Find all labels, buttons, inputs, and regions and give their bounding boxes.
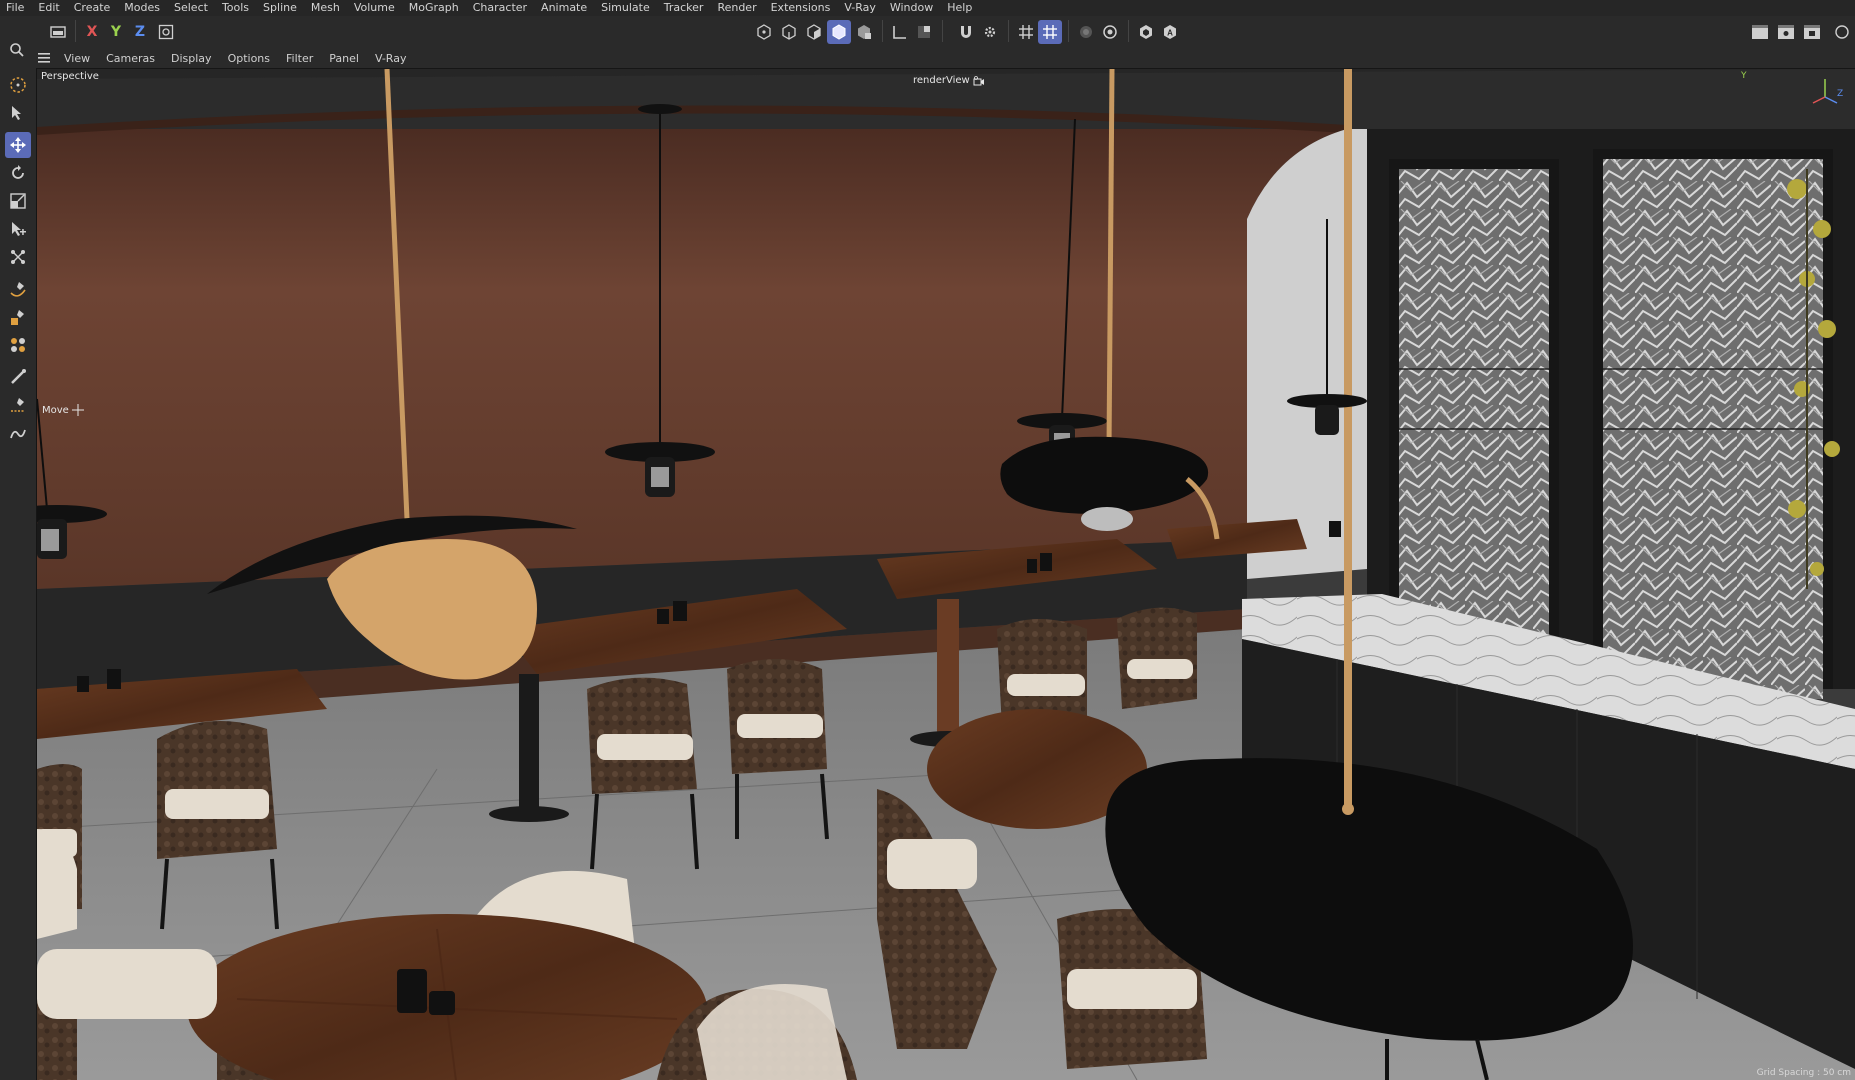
viewmenu-cameras[interactable]: Cameras [98, 50, 163, 68]
menu-character[interactable]: Character [466, 0, 534, 16]
menu-vray[interactable]: V-Ray [837, 0, 883, 16]
viewport-menu: View Cameras Display Options Filter Pane… [38, 50, 414, 68]
svg-text:A: A [1167, 29, 1173, 38]
menu-simulate[interactable]: Simulate [594, 0, 657, 16]
viewmenu-vray[interactable]: V-Ray [367, 50, 415, 68]
active-tool-label: Move [42, 405, 69, 416]
rotate-tool-icon[interactable] [5, 160, 31, 186]
viewport-perspective-label[interactable]: Perspective [41, 71, 99, 82]
3d-viewport[interactable]: Perspective renderView Move Y Z ✋ ⇕ ⇣ ↻ … [37, 69, 1855, 1080]
axis-x-label: X [86, 24, 98, 40]
active-tool-overlay: Move [42, 401, 84, 420]
cloud-icon[interactable] [1830, 20, 1854, 44]
menu-mograph[interactable]: MoGraph [402, 0, 466, 16]
gizmo-y-label: Y [1741, 71, 1747, 81]
menu-create[interactable]: Create [67, 0, 118, 16]
coordinate-system-icon[interactable] [154, 20, 178, 44]
render-view-icon[interactable] [1748, 20, 1772, 44]
menu-select[interactable]: Select [167, 0, 215, 16]
menu-file[interactable]: File [0, 0, 31, 16]
solo-icon[interactable] [1098, 20, 1122, 44]
move-tool-icon[interactable] [5, 132, 31, 158]
undo-view-icon[interactable] [46, 20, 70, 44]
menu-tools[interactable]: Tools [215, 0, 256, 16]
menu-edit[interactable]: Edit [31, 0, 66, 16]
vray-auto-icon[interactable]: A [1158, 20, 1182, 44]
grid-spacing-label: Grid Spacing : 50 cm [1756, 1068, 1851, 1078]
model-mode-icon[interactable] [827, 20, 851, 44]
menu-help[interactable]: Help [940, 0, 979, 16]
axis-z-lock-button[interactable]: Z [128, 20, 152, 44]
render-settings-icon[interactable] [1800, 20, 1824, 44]
generators-icon[interactable] [5, 332, 31, 358]
snap-move-icon[interactable] [5, 244, 31, 270]
paint-brush-icon[interactable] [5, 364, 31, 390]
render-picture-viewer-icon[interactable] [1774, 20, 1798, 44]
vray-icon[interactable] [1134, 20, 1158, 44]
viewmenu-options[interactable]: Options [220, 50, 278, 68]
axis-x-lock-button[interactable]: X [80, 20, 104, 44]
polygons-mode-icon[interactable] [802, 20, 826, 44]
menu-spline[interactable]: Spline [256, 0, 304, 16]
menu-bar: File Edit Create Modes Select Tools Spli… [0, 0, 1855, 16]
axis-y-label: Y [110, 24, 122, 40]
left-tool-palette [0, 68, 37, 1080]
viewmenu-view[interactable]: View [56, 50, 98, 68]
viewmenu-display[interactable]: Display [163, 50, 220, 68]
measure-tool-icon[interactable] [5, 392, 31, 418]
snap-settings-icon[interactable] [978, 20, 1002, 44]
axis-mode-icon[interactable] [888, 20, 912, 44]
move-crosshair-icon [71, 401, 84, 420]
magnet-icon[interactable] [954, 20, 978, 44]
solo-off-icon[interactable] [1074, 20, 1098, 44]
live-selection-icon[interactable] [5, 72, 31, 98]
selection-tools-icon[interactable] [5, 100, 31, 126]
tweak-mode-icon[interactable] [912, 20, 936, 44]
points-mode-icon[interactable] [752, 20, 776, 44]
menu-render[interactable]: Render [710, 0, 763, 16]
search-icon[interactable] [5, 38, 29, 62]
menu-window[interactable]: Window [883, 0, 940, 16]
grid-icon[interactable] [1014, 20, 1038, 44]
camera-icon [973, 71, 985, 90]
menu-modes[interactable]: Modes [117, 0, 167, 16]
viewmenu-panel[interactable]: Panel [321, 50, 367, 68]
workplane-snap-icon[interactable] [1038, 20, 1062, 44]
menu-mesh[interactable]: Mesh [304, 0, 347, 16]
uv-mode-icon[interactable] [852, 20, 876, 44]
axis-y-lock-button[interactable]: Y [104, 20, 128, 44]
cube-create-icon[interactable] [5, 304, 31, 330]
axis-z-label: Z [134, 24, 146, 40]
edges-mode-icon[interactable] [777, 20, 801, 44]
spline-pen-icon[interactable] [5, 276, 31, 302]
viewmenu-filter[interactable]: Filter [278, 50, 321, 68]
scene-render [37, 69, 1855, 1080]
viewport-camera-label: renderView [913, 75, 970, 86]
camera-label-group[interactable]: renderView [913, 71, 985, 90]
menu-animate[interactable]: Animate [534, 0, 594, 16]
gizmo-z-label: Z [1837, 89, 1844, 99]
viewport-hamburger-icon[interactable] [38, 52, 52, 66]
scale-tool-icon[interactable] [5, 188, 31, 214]
transform-tool-icon[interactable] [5, 216, 31, 242]
menu-extensions[interactable]: Extensions [764, 0, 838, 16]
sketch-tool-icon[interactable] [5, 420, 31, 446]
menu-volume[interactable]: Volume [347, 0, 402, 16]
menu-tracker[interactable]: Tracker [657, 0, 711, 16]
